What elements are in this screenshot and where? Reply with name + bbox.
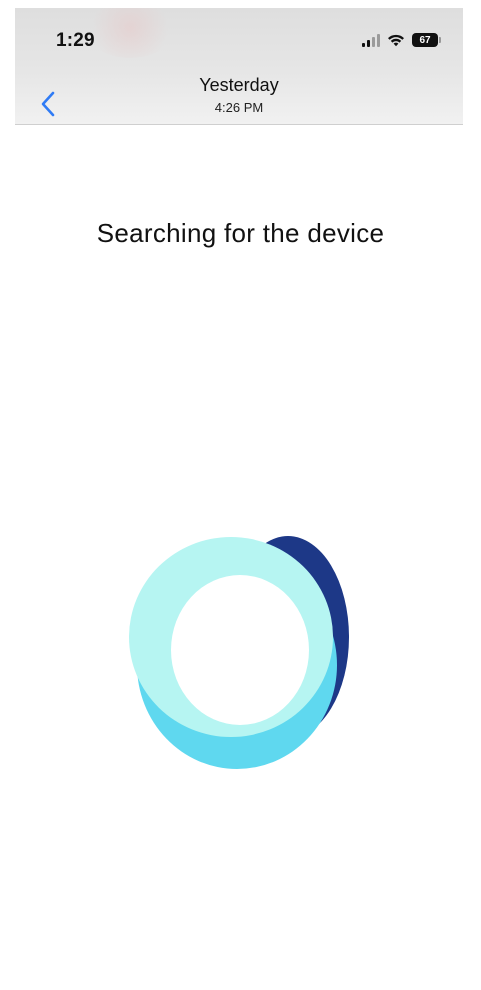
- cellular-signal-icon: [362, 33, 380, 47]
- header-bar: 1:29 67 Yesterday 4:26 PM: [15, 8, 463, 125]
- searching-spinner-icon: [129, 536, 349, 769]
- wifi-icon: [388, 34, 404, 47]
- status-time: 1:29: [56, 30, 95, 51]
- spinner-center: [171, 575, 309, 725]
- battery-icon: 67: [412, 33, 441, 47]
- battery-level: 67: [419, 34, 431, 46]
- page-title: Searching for the device: [96, 218, 385, 248]
- status-icons: 67: [362, 30, 441, 50]
- nav-subtitle: 4:26 PM: [214, 100, 264, 115]
- header-background-blur: [85, 8, 175, 58]
- nav-title: Yesterday: [199, 75, 279, 95]
